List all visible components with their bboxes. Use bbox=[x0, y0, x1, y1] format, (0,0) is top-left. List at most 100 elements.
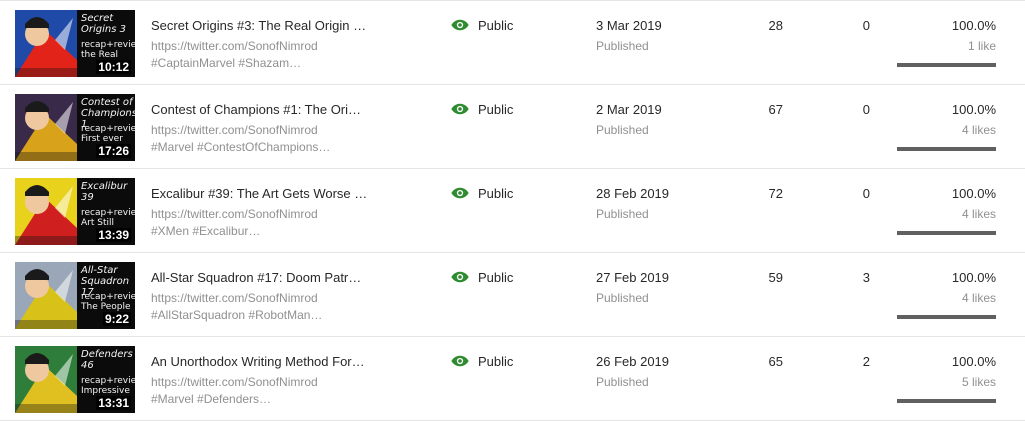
publish-status: Published bbox=[596, 207, 649, 221]
video-thumbnail[interactable]: Excalibur 39 recap+review Art Still 13:3… bbox=[15, 178, 135, 245]
comic-cover-art bbox=[15, 178, 77, 245]
like-ratio-bar bbox=[897, 63, 996, 67]
view-count: 28 bbox=[768, 18, 783, 33]
video-description-link: https://twitter.com/SonofNimrod bbox=[151, 375, 318, 389]
video-thumbnail[interactable]: Secret Origins 3 recap+review the Real 1… bbox=[15, 10, 135, 77]
publish-date: 26 Feb 2019 bbox=[596, 354, 670, 369]
video-description-tags: #AllStarSquadron #RobotMan… bbox=[151, 308, 323, 322]
thumbnail-text-tagline: Impressive bbox=[81, 386, 130, 396]
like-percentage: 100.0% bbox=[951, 18, 996, 33]
video-description-tags: #Marvel #ContestOfChampions… bbox=[151, 140, 331, 154]
video-title[interactable]: Secret Origins #3: The Real Origin … bbox=[151, 18, 366, 33]
thumbnail-text-recap: recap+review bbox=[81, 292, 135, 302]
video-title[interactable]: Contest of Champions #1: The Ori… bbox=[151, 102, 361, 117]
video-description-link: https://twitter.com/SonofNimrod bbox=[151, 207, 318, 221]
thumbnail-text-recap: recap+review bbox=[81, 40, 135, 50]
video-row[interactable]: Secret Origins 3 recap+review the Real 1… bbox=[0, 1, 1025, 85]
like-ratio-fill bbox=[897, 399, 996, 403]
like-count: 1 like bbox=[967, 39, 996, 53]
publish-status: Published bbox=[596, 123, 649, 137]
video-description-link: https://twitter.com/SonofNimrod bbox=[151, 123, 318, 137]
thumbnail-text-recap: recap+review bbox=[81, 208, 135, 218]
video-description-tags: #Marvel #Defenders… bbox=[151, 392, 272, 406]
video-title[interactable]: Excalibur #39: The Art Gets Worse … bbox=[151, 186, 367, 201]
video-thumbnail[interactable]: All-Star Squadron 17 recap+review The Pe… bbox=[15, 262, 135, 329]
thumbnail-text-recap: recap+review bbox=[81, 124, 135, 134]
comment-count[interactable]: 0 bbox=[863, 18, 870, 33]
like-ratio-bar bbox=[897, 315, 996, 319]
video-duration: 13:31 bbox=[96, 396, 131, 410]
thumbnail-text-tagline: Art Still bbox=[81, 218, 114, 228]
video-title[interactable]: All-Star Squadron #17: Doom Patr… bbox=[151, 270, 361, 285]
view-count: 72 bbox=[768, 186, 783, 201]
like-ratio-fill bbox=[897, 63, 996, 67]
video-description-link: https://twitter.com/SonofNimrod bbox=[151, 39, 318, 53]
like-percentage: 100.0% bbox=[951, 270, 996, 285]
video-description-tags: #XMen #Excalibur… bbox=[151, 224, 261, 238]
like-ratio-fill bbox=[897, 147, 996, 151]
publish-date: 27 Feb 2019 bbox=[596, 270, 670, 285]
like-count: 4 likes bbox=[961, 291, 996, 305]
publish-status: Published bbox=[596, 291, 649, 305]
eye-icon bbox=[451, 271, 469, 283]
video-title[interactable]: An Unorthodox Writing Method For… bbox=[151, 354, 365, 369]
thumbnail-text-sub: recap+review the Real bbox=[81, 40, 135, 60]
eye-icon bbox=[451, 103, 469, 115]
like-ratio-bar bbox=[897, 231, 996, 235]
like-ratio-fill bbox=[897, 231, 996, 235]
video-thumbnail[interactable]: Contest of Champions 1 recap+review Firs… bbox=[15, 94, 135, 161]
visibility-label: Public bbox=[478, 270, 514, 285]
comic-cover-art bbox=[15, 10, 77, 77]
comic-cover-art bbox=[15, 94, 77, 161]
thumbnail-text-tagline: First ever bbox=[81, 134, 123, 144]
visibility-label: Public bbox=[478, 102, 514, 117]
like-count: 4 likes bbox=[961, 207, 996, 221]
video-row[interactable]: Contest of Champions 1 recap+review Firs… bbox=[0, 85, 1025, 169]
thumbnail-text-title: Secret Origins 3 bbox=[81, 13, 126, 35]
video-description-link: https://twitter.com/SonofNimrod bbox=[151, 291, 318, 305]
visibility-label: Public bbox=[478, 18, 514, 33]
publish-date: 28 Feb 2019 bbox=[596, 186, 670, 201]
video-duration: 9:22 bbox=[102, 312, 131, 326]
video-list: Secret Origins 3 recap+review the Real 1… bbox=[0, 0, 1025, 430]
visibility-label: Public bbox=[478, 186, 514, 201]
like-percentage: 100.0% bbox=[951, 102, 996, 117]
thumbnail-text-sub: recap+review First ever bbox=[81, 124, 135, 144]
eye-icon bbox=[451, 355, 469, 367]
comment-count[interactable]: 2 bbox=[863, 354, 870, 369]
comment-count[interactable]: 0 bbox=[863, 186, 870, 201]
publish-status: Published bbox=[596, 39, 649, 53]
visibility-label: Public bbox=[478, 354, 514, 369]
view-count: 67 bbox=[768, 102, 783, 117]
thumbnail-text-tagline: The People bbox=[81, 302, 131, 312]
comic-cover-art bbox=[15, 262, 77, 329]
thumbnail-text-sub: recap+review Impressive bbox=[81, 376, 135, 396]
video-duration: 17:26 bbox=[96, 144, 131, 158]
video-row[interactable]: All-Star Squadron 17 recap+review The Pe… bbox=[0, 253, 1025, 337]
like-ratio-bar bbox=[897, 147, 996, 151]
publish-date: 3 Mar 2019 bbox=[596, 18, 662, 33]
eye-icon bbox=[451, 187, 469, 199]
thumbnail-text-tagline: the Real bbox=[81, 50, 119, 60]
comment-count[interactable]: 0 bbox=[863, 102, 870, 117]
thumbnail-text-title: Defenders 46 bbox=[81, 349, 133, 371]
video-thumbnail[interactable]: Defenders 46 recap+review Impressive 13:… bbox=[15, 346, 135, 413]
like-ratio-bar bbox=[897, 399, 996, 403]
video-duration: 10:12 bbox=[96, 60, 131, 74]
view-count: 65 bbox=[768, 354, 783, 369]
like-percentage: 100.0% bbox=[951, 186, 996, 201]
like-count: 4 likes bbox=[961, 123, 996, 137]
thumbnail-text-sub: recap+review The People bbox=[81, 292, 135, 312]
comment-count[interactable]: 3 bbox=[863, 270, 870, 285]
video-row[interactable]: Excalibur 39 recap+review Art Still 13:3… bbox=[0, 169, 1025, 253]
publish-status: Published bbox=[596, 375, 649, 389]
video-duration: 13:39 bbox=[96, 228, 131, 242]
publish-date: 2 Mar 2019 bbox=[596, 102, 662, 117]
video-row[interactable]: Defenders 46 recap+review Impressive 13:… bbox=[0, 337, 1025, 421]
view-count: 59 bbox=[768, 270, 783, 285]
comic-cover-art bbox=[15, 346, 77, 413]
thumbnail-text-title: Excalibur 39 bbox=[81, 181, 128, 203]
thumbnail-text-recap: recap+review bbox=[81, 376, 135, 386]
like-ratio-fill bbox=[897, 315, 996, 319]
eye-icon bbox=[451, 19, 469, 31]
